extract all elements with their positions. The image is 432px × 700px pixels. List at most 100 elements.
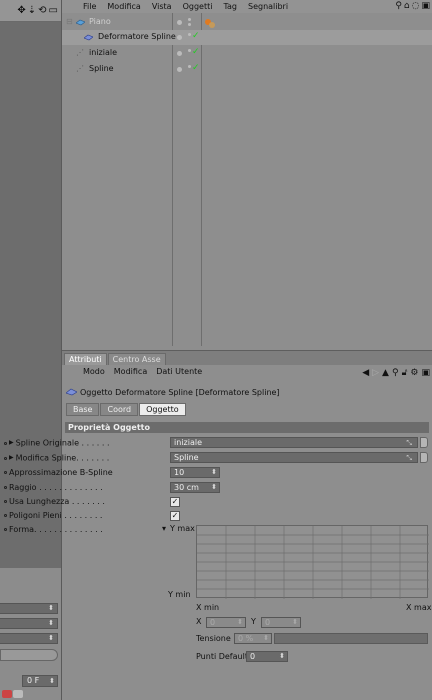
visibility-dot[interactable]: [177, 67, 182, 72]
key-icon[interactable]: [13, 690, 23, 698]
settings-icon[interactable]: ⚙: [410, 368, 418, 378]
animation-dot-icon[interactable]: [4, 456, 7, 460]
field-value: iniziale: [174, 438, 202, 447]
enabled-check-icon[interactable]: ✓: [192, 47, 200, 57]
tree-toggle-icon[interactable]: ⊟: [66, 17, 73, 26]
render-dot[interactable]: [188, 33, 191, 36]
tab-attributi[interactable]: Attributi: [64, 353, 107, 365]
spline-deformer-icon: [66, 388, 77, 396]
punti-default-field[interactable]: 0 ⬍: [246, 651, 288, 662]
visibility-dot[interactable]: [177, 51, 182, 56]
field-value: 0 %: [238, 634, 254, 643]
modifica-spline-field[interactable]: Spline ⤡: [170, 452, 418, 463]
object-row-piano[interactable]: ⊟ Piano: [62, 15, 432, 30]
new-window-icon[interactable]: ▣: [421, 1, 430, 11]
object-name: Spline: [89, 64, 114, 73]
object-manager: File Modifica Vista Oggetti Tag Segnalib…: [62, 0, 432, 350]
subtab-base[interactable]: Base: [66, 403, 100, 416]
graph-x-min-label: X min: [196, 603, 220, 612]
left-apply-button[interactable]: [0, 649, 58, 661]
menu-oggetti[interactable]: Oggetti: [183, 2, 213, 11]
tab-centro-asse[interactable]: Centro Asse: [107, 353, 166, 365]
tensione-slider[interactable]: [274, 633, 428, 644]
record-icon[interactable]: [2, 690, 12, 698]
menu-vista[interactable]: Vista: [152, 2, 172, 11]
object-manager-menubar: File Modifica Vista Oggetti Tag Segnalib…: [62, 0, 432, 13]
animation-dot-icon[interactable]: [4, 486, 7, 489]
left-field-1[interactable]: ⬍: [0, 603, 58, 614]
spline-deformer-icon: [84, 34, 93, 41]
render-dot[interactable]: [188, 65, 191, 68]
y-coord-field[interactable]: 0 ⬍: [261, 617, 301, 628]
render-dot[interactable]: [188, 23, 191, 26]
prop-label: Approssimazione B-Spline: [9, 468, 113, 477]
punti-default-label: Punti Default: [196, 652, 248, 661]
menu-modo[interactable]: Modo: [83, 367, 105, 376]
left-field-2[interactable]: ⬍: [0, 618, 58, 629]
modifica-spline-side-button[interactable]: [420, 452, 428, 463]
animation-dot-icon[interactable]: [4, 441, 7, 445]
menu-modifica[interactable]: Modifica: [107, 2, 140, 11]
render-dot[interactable]: [188, 18, 191, 21]
shape-spline-graph[interactable]: [196, 525, 429, 599]
visibility-dot[interactable]: [177, 20, 182, 25]
menu-modifica[interactable]: Modifica: [114, 367, 147, 376]
back-arrow-icon[interactable]: ◀: [362, 368, 369, 378]
material-tag-icon[interactable]: [209, 22, 215, 28]
menu-tag[interactable]: Tag: [223, 2, 237, 11]
object-row-iniziale[interactable]: ⋰ iniziale ✓: [62, 46, 432, 61]
poligoni-pieni-checkbox[interactable]: ✓: [170, 511, 180, 521]
usa-lunghezza-checkbox[interactable]: ✓: [170, 497, 180, 507]
up-arrow-icon[interactable]: ▲: [382, 368, 389, 378]
rotate-icon[interactable]: ⟲: [38, 5, 46, 16]
field-value: 0: [250, 652, 256, 661]
link-picker-icon[interactable]: ⤡: [406, 454, 412, 463]
animation-dot-icon[interactable]: [4, 514, 7, 517]
graph-y-max-label: Y max: [170, 524, 195, 533]
eye-icon[interactable]: ◌: [412, 1, 420, 11]
arrow-down-icon[interactable]: ⇣: [28, 5, 36, 16]
graph-collapse-icon[interactable]: ▾: [162, 524, 166, 533]
raggio-field[interactable]: 30 cm ⬍: [170, 482, 220, 493]
animation-dot-icon[interactable]: [4, 500, 7, 503]
search-icon[interactable]: ⚲: [392, 368, 399, 378]
move-icon[interactable]: ✥: [17, 5, 25, 16]
home-icon[interactable]: ⌂: [404, 1, 410, 11]
subtab-coord[interactable]: Coord: [100, 403, 139, 416]
render-dot[interactable]: [188, 49, 191, 52]
new-window-icon[interactable]: ▣: [421, 368, 430, 378]
graph-y-min-label: Y min: [168, 590, 191, 599]
object-row-deformatore-spline[interactable]: Deformatore Spline ✓: [62, 30, 432, 45]
menu-segnalibri[interactable]: Segnalibri: [248, 2, 288, 11]
enabled-check-icon[interactable]: ✓: [192, 63, 200, 73]
approssimazione-field[interactable]: 10 ⬍: [170, 467, 220, 478]
forward-arrow-icon[interactable]: ▷: [372, 368, 379, 378]
search-icon[interactable]: ⚲: [395, 1, 402, 11]
link-picker-icon[interactable]: ⤡: [406, 439, 412, 448]
spline-originale-field[interactable]: iniziale ⤡: [170, 437, 418, 448]
subtab-oggetto[interactable]: Oggetto: [139, 403, 186, 416]
prop-modifica-spline: ▶ Modifica Spline. . . . . . .: [4, 452, 109, 464]
maximize-icon[interactable]: ▭: [49, 5, 58, 16]
menu-file[interactable]: File: [83, 2, 96, 11]
object-row-spline[interactable]: ⋰ Spline ✓: [62, 62, 432, 77]
attributes-tabs: Attributi Centro Asse: [62, 351, 432, 365]
frame-field[interactable]: 0 F ⬍: [22, 675, 58, 687]
x-coord-field[interactable]: 0 ⬍: [206, 617, 246, 628]
menu-dati-utente[interactable]: Dati Utente: [156, 367, 202, 376]
left-field-3[interactable]: ⬍: [0, 633, 58, 644]
spline-originale-side-button[interactable]: [420, 437, 428, 448]
viewport-toolbar: ✥ ⇣ ⟲ ▭: [0, 0, 61, 22]
expand-arrow-icon[interactable]: ▶: [9, 437, 14, 449]
prop-poligoni-pieni: Poligoni Pieni . . . . . . . .: [4, 510, 102, 522]
lock-icon[interactable]: 🔓︎: [402, 368, 408, 378]
prop-raggio: Raggio . . . . . . . . . . . . .: [4, 482, 103, 494]
tensione-field[interactable]: 0 % ⬍: [234, 633, 272, 644]
animation-dot-icon[interactable]: [4, 471, 7, 474]
animation-dot-icon[interactable]: [4, 528, 7, 531]
visibility-dot[interactable]: [177, 35, 182, 40]
enabled-check-icon[interactable]: ✓: [192, 31, 200, 41]
prop-label: Raggio . . . . . . . . . . . . .: [9, 483, 103, 492]
expand-arrow-icon[interactable]: ▶: [9, 452, 14, 464]
object-name: Piano: [89, 17, 111, 26]
